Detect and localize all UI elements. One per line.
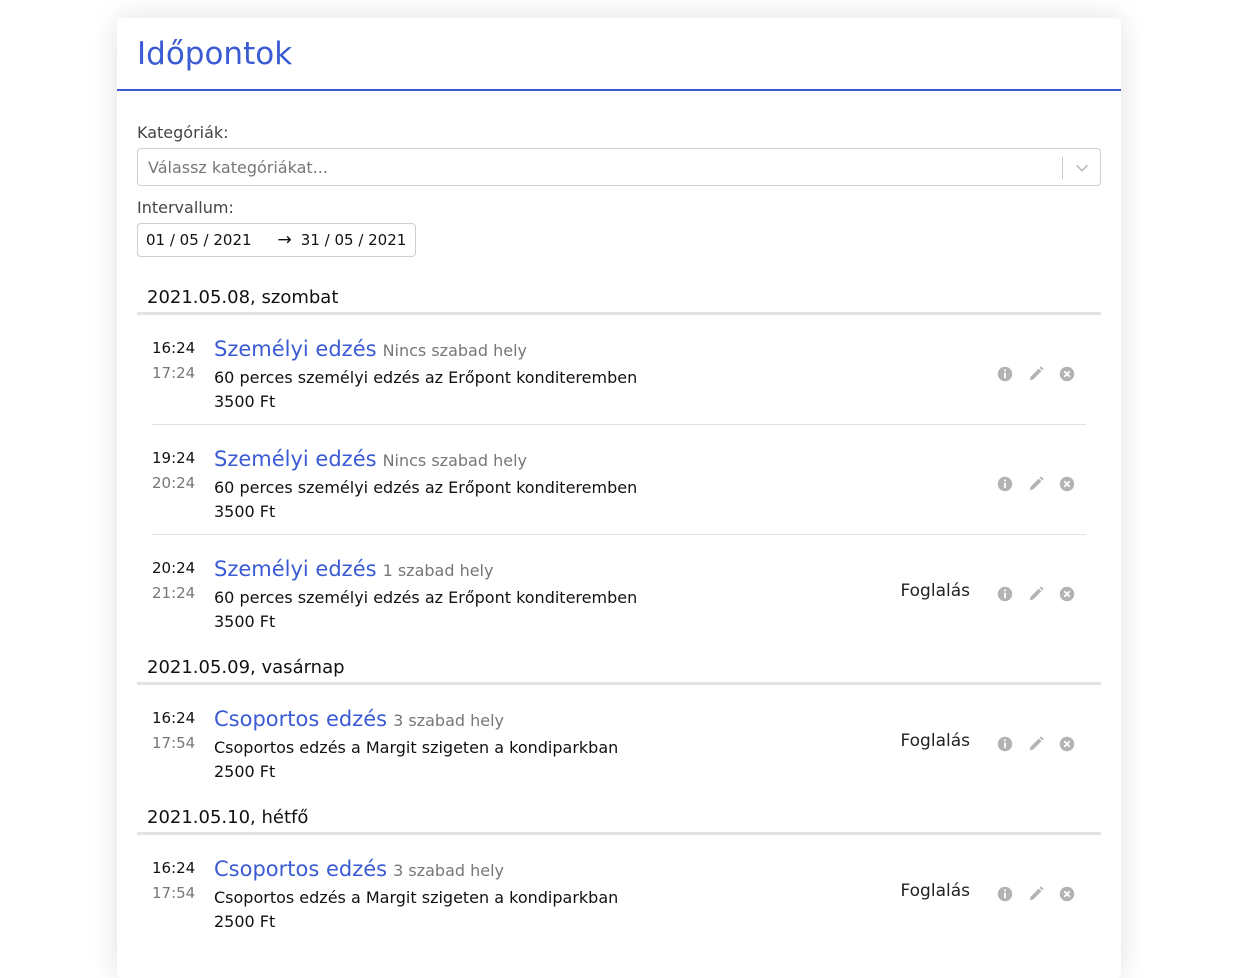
availability-status: 3 szabad hely (393, 861, 505, 880)
pencil-icon[interactable] (1027, 365, 1045, 383)
interval-label: Intervallum: (137, 198, 234, 217)
appointment-title[interactable]: Személyi edzés (214, 337, 377, 361)
close-circle-icon[interactable] (1058, 475, 1076, 493)
pencil-icon[interactable] (1027, 885, 1045, 903)
categories-select[interactable]: Válassz kategóriákat... (137, 148, 1101, 186)
end-time: 17:54 (152, 734, 196, 752)
day-heading: 2021.05.09, vasárnap (137, 653, 1101, 685)
availability-status: 1 szabad hely (382, 561, 494, 580)
day-group: 2021.05.08, szombat 16:24 17:24 Személyi ed… (137, 283, 1101, 645)
availability-status: 3 szabad hely (393, 711, 505, 730)
appointment-row: 16:24 17:54 Csoportos edzés 3 szabad hely Cs… (137, 685, 1101, 795)
start-time: 16:24 (152, 339, 196, 357)
appointment-title[interactable]: Személyi edzés (214, 557, 377, 581)
day-heading: 2021.05.08, szombat (137, 283, 1101, 315)
card-header: Időpontok (117, 18, 1121, 91)
date-from-input[interactable]: 01 / 05 / 2021 (146, 231, 252, 249)
info-icon[interactable] (996, 475, 1014, 493)
close-circle-icon[interactable] (1058, 365, 1076, 383)
close-circle-icon[interactable] (1058, 735, 1076, 753)
day-group: 2021.05.10, hétfő 16:24 17:54 Csoportos edz… (137, 803, 1101, 945)
categories-placeholder: Válassz kategóriákat... (148, 157, 328, 177)
appointment-row: 20:24 21:24 Személyi edzés 1 szabad hely 60 … (137, 535, 1101, 645)
info-icon[interactable] (996, 735, 1014, 753)
start-time: 16:24 (152, 709, 196, 727)
book-button[interactable]: Foglalás (900, 881, 970, 901)
info-icon[interactable] (996, 885, 1014, 903)
appointment-row: 19:24 20:24 Személyi edzés Nincs szabad hel… (137, 425, 1101, 535)
chevron-down-icon[interactable] (1073, 159, 1091, 177)
row-actions (996, 885, 1076, 903)
appointment-price: 3500 Ft (214, 612, 276, 631)
book-button[interactable]: Foglalás (900, 581, 970, 601)
row-actions (996, 365, 1076, 383)
appointments-card: Időpontok Kategóriák: Válassz kategóriák… (117, 18, 1121, 978)
row-actions (996, 735, 1076, 753)
day-group: 2021.05.09, vasárnap 16:24 17:54 Csoportos … (137, 653, 1101, 795)
appointment-description: 60 perces személyi edzés az Erőpont kond… (214, 368, 638, 387)
info-icon[interactable] (996, 585, 1014, 603)
start-time: 16:24 (152, 859, 196, 877)
availability-status: Nincs szabad hely (382, 451, 527, 470)
select-separator (1062, 157, 1063, 179)
close-circle-icon[interactable] (1058, 585, 1076, 603)
appointment-row: 16:24 17:54 Csoportos edzés 3 szabad hely Cs… (137, 835, 1101, 945)
appointment-description: 60 perces személyi edzés az Erőpont kond… (214, 478, 638, 497)
page-title: Időpontok (137, 35, 293, 72)
appointment-price: 2500 Ft (214, 912, 276, 931)
range-arrow-icon: → (277, 230, 292, 250)
pencil-icon[interactable] (1027, 585, 1045, 603)
row-actions (996, 475, 1076, 493)
book-button[interactable]: Foglalás (900, 731, 970, 751)
appointment-price: 2500 Ft (214, 762, 276, 781)
appointment-description: Csoportos edzés a Margit szigeten a kond… (214, 738, 619, 757)
end-time: 17:24 (152, 364, 196, 382)
appointment-description: 60 perces személyi edzés az Erőpont kond… (214, 588, 638, 607)
date-range-picker[interactable]: 01 / 05 / 2021 → 31 / 05 / 2021 (137, 223, 416, 257)
appointment-title[interactable]: Csoportos edzés (214, 857, 387, 881)
info-icon[interactable] (996, 365, 1014, 383)
appointment-title[interactable]: Csoportos edzés (214, 707, 387, 731)
pencil-icon[interactable] (1027, 735, 1045, 753)
appointment-title[interactable]: Személyi edzés (214, 447, 377, 471)
appointment-price: 3500 Ft (214, 392, 276, 411)
end-time: 17:54 (152, 884, 196, 902)
start-time: 19:24 (152, 449, 196, 467)
end-time: 20:24 (152, 474, 196, 492)
pencil-icon[interactable] (1027, 475, 1045, 493)
start-time: 20:24 (152, 559, 196, 577)
close-circle-icon[interactable] (1058, 885, 1076, 903)
day-heading: 2021.05.10, hétfő (137, 803, 1101, 835)
end-time: 21:24 (152, 584, 196, 602)
date-to-input[interactable]: 31 / 05 / 2021 (301, 231, 407, 249)
appointment-price: 3500 Ft (214, 502, 276, 521)
availability-status: Nincs szabad hely (382, 341, 527, 360)
row-actions (996, 585, 1076, 603)
appointment-description: Csoportos edzés a Margit szigeten a kond… (214, 888, 619, 907)
categories-label: Kategóriák: (137, 123, 229, 142)
appointment-row: 16:24 17:24 Személyi edzés Nincs szabad hel… (137, 315, 1101, 425)
